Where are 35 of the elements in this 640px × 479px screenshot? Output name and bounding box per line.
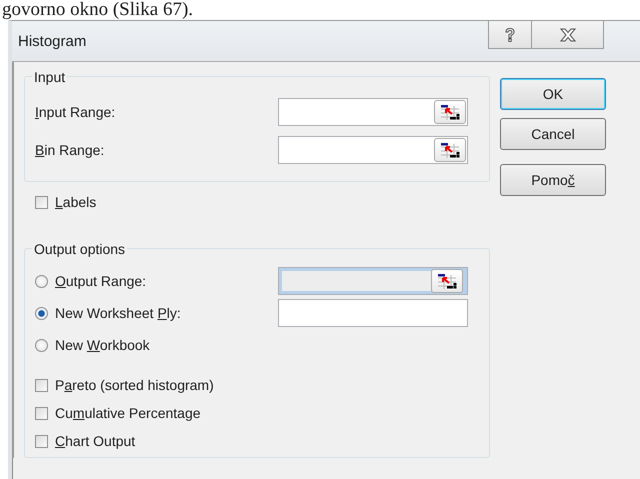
radio-label: New Worksheet Ply: [55, 305, 181, 321]
radio-label: New Workbook [55, 337, 150, 353]
document-text: govorno okno (Slika 67). [1, 0, 194, 20]
close-icon [560, 28, 576, 42]
checkbox[interactable] [35, 378, 48, 392]
field-label: Input Range: [35, 104, 116, 120]
dialog-button[interactable]: Cancel [500, 118, 606, 150]
range-field[interactable] [278, 299, 468, 327]
group-legend: Output options [32, 241, 128, 257]
range-picker-button[interactable] [434, 100, 466, 124]
range-field[interactable] [278, 136, 468, 164]
checkbox-label: Chart Output [55, 433, 136, 449]
range-field[interactable] [278, 98, 468, 126]
radio-button[interactable] [35, 306, 48, 320]
radio-label: Output Range: [55, 273, 146, 289]
checkbox-label: Labels [55, 194, 96, 210]
checkbox[interactable] [35, 434, 48, 448]
help-button[interactable] [488, 21, 532, 49]
dialog-button[interactable]: OK [500, 78, 606, 110]
checkbox[interactable] [35, 406, 48, 420]
radio-button[interactable] [35, 338, 48, 352]
close-button[interactable] [532, 21, 604, 49]
range-picker-icon [439, 103, 461, 121]
range-picker-icon [439, 141, 461, 159]
range-picker-icon [436, 272, 458, 290]
field-label: Bin Range: [35, 142, 106, 158]
help-icon [504, 26, 516, 42]
checkbox-label: Cumulative Percentage [55, 405, 201, 421]
range-picker-button[interactable] [434, 138, 466, 162]
window-title: Histogram [18, 33, 86, 50]
group-legend: Input [32, 69, 68, 85]
radio-button[interactable] [35, 274, 48, 288]
checkbox-label: Pareto (sorted histogram) [55, 377, 214, 393]
dialog-button[interactable]: Pomoč [500, 164, 606, 196]
checkbox[interactable] [35, 196, 48, 208]
